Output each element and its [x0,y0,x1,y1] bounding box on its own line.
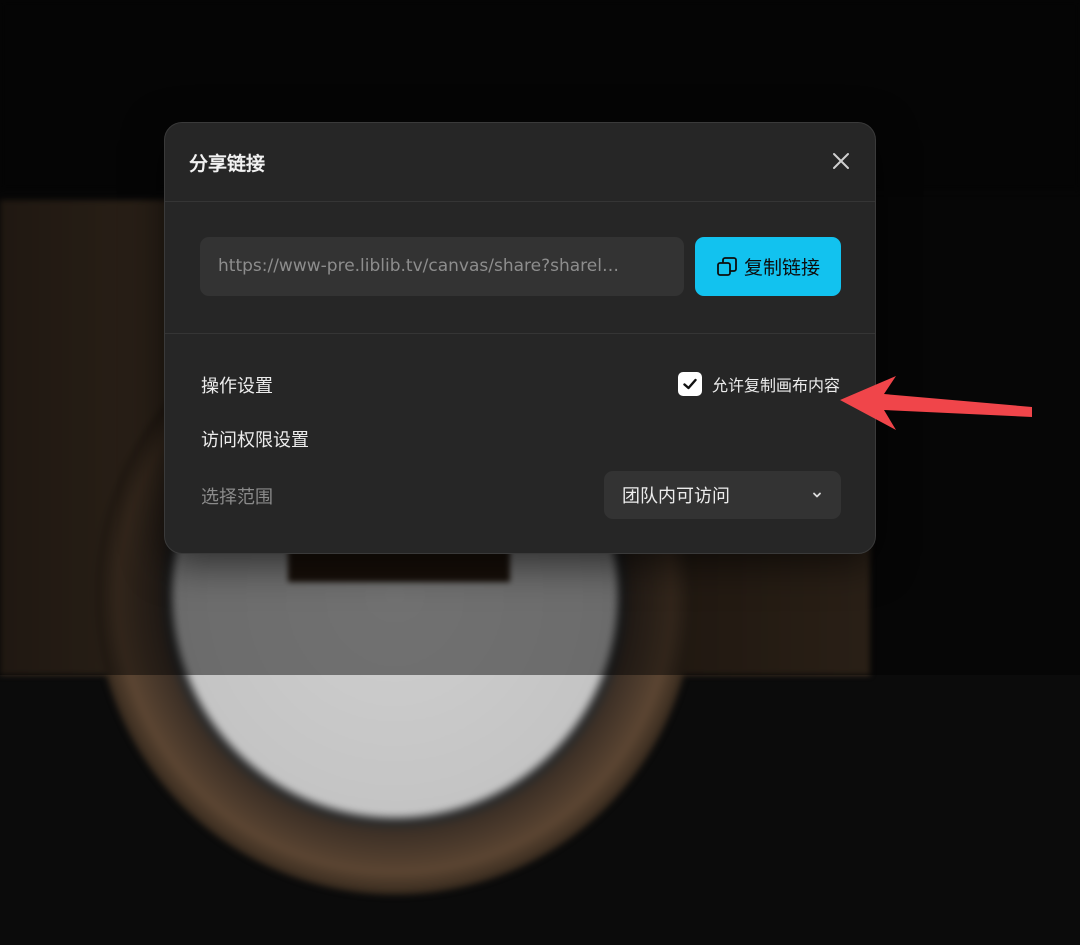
share-link-dialog: 分享链接 https://www-pre.liblib.tv/canvas/sh… [164,122,876,554]
link-section: https://www-pre.liblib.tv/canvas/share?s… [165,202,875,334]
access-settings-label: 访问权限设置 [201,430,309,451]
operation-settings-label: 操作设置 [201,376,273,397]
allow-copy-checkbox[interactable] [677,372,702,396]
copy-link-label: 复制链接 [743,257,820,279]
close-icon [833,153,849,169]
scope-select-value: 团队内可访问 [622,486,730,507]
copy-link-button[interactable]: 复制链接 [695,237,841,296]
dialog-title: 分享链接 [189,153,266,175]
check-icon [683,378,697,390]
close-button[interactable] [829,149,853,173]
allow-copy-toggle[interactable]: 允许复制画布内容 [677,372,840,396]
share-url-field[interactable]: https://www-pre.liblib.tv/canvas/share?s… [200,237,684,296]
dialog-header: 分享链接 [165,123,875,202]
scope-label: 选择范围 [201,487,273,508]
scope-select[interactable]: 团队内可访问 [604,471,841,519]
allow-copy-label: 允许复制画布内容 [711,376,840,395]
annotation-arrow-icon [840,376,1032,430]
copy-icon [716,256,738,278]
chevron-down-icon [813,492,821,498]
